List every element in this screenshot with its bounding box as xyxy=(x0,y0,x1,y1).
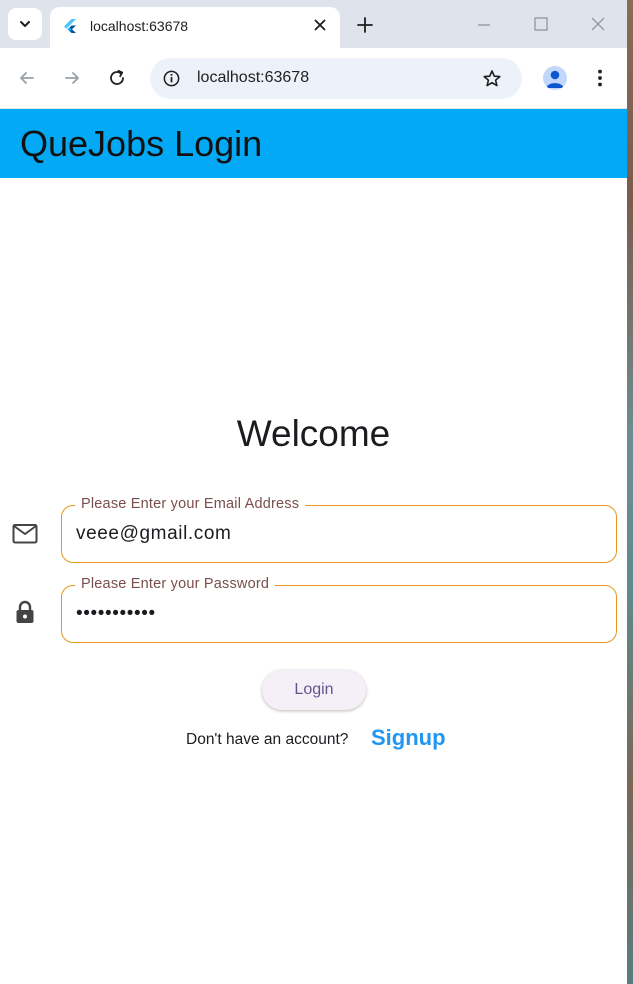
reload-icon[interactable] xyxy=(107,68,127,88)
forward-arrow-icon[interactable] xyxy=(62,68,82,88)
signup-prompt: Don't have an account? xyxy=(186,731,349,748)
url-text: localhost:63678 xyxy=(197,69,310,86)
flutter-favicon-icon xyxy=(64,19,76,33)
welcome-heading: Welcome xyxy=(236,413,391,454)
back-arrow-icon[interactable] xyxy=(17,68,37,88)
minimize-icon[interactable] xyxy=(475,15,493,33)
site-info-icon[interactable] xyxy=(162,69,181,88)
email-field[interactable]: Please Enter your Email Address veee@gma… xyxy=(61,496,617,563)
password-row: Please Enter your Password ••••••••••• xyxy=(0,576,627,644)
chevron-down-icon xyxy=(20,21,30,27)
browser-toolbar: localhost:63678 xyxy=(0,48,627,109)
browser-tab[interactable]: localhost:63678 xyxy=(50,7,340,48)
profile-avatar-icon[interactable] xyxy=(543,66,567,90)
email-field-value[interactable]: veee@gmail.com xyxy=(76,523,231,545)
signup-row: Don't have an account? Signup xyxy=(186,725,486,753)
bookmark-star-icon[interactable] xyxy=(482,69,502,89)
login-button[interactable]: Login xyxy=(262,670,366,710)
signup-link[interactable]: Signup xyxy=(371,725,446,751)
tab-title: localhost:63678 xyxy=(90,18,189,34)
email-field-label: Please Enter your Email Address xyxy=(75,496,306,512)
browser-tab-bar: localhost:63678 xyxy=(0,0,627,48)
close-tab-icon[interactable] xyxy=(312,17,328,33)
password-field-value[interactable]: ••••••••••• xyxy=(76,603,156,625)
tab-search-button[interactable] xyxy=(8,8,42,40)
address-bar[interactable]: localhost:63678 xyxy=(150,58,522,99)
person-icon xyxy=(546,70,564,88)
app-bar: QueJobs Login xyxy=(0,109,627,178)
email-row: Please Enter your Email Address veee@gma… xyxy=(0,496,627,564)
password-field-label: Please Enter your Password xyxy=(75,576,276,592)
lock-icon xyxy=(16,600,34,623)
maximize-icon[interactable] xyxy=(532,15,550,33)
mail-icon xyxy=(12,524,38,544)
password-field[interactable]: Please Enter your Password ••••••••••• xyxy=(61,576,617,643)
more-menu-icon[interactable] xyxy=(592,68,608,88)
close-window-icon[interactable] xyxy=(589,15,607,33)
new-tab-icon[interactable] xyxy=(356,16,374,34)
desktop-background xyxy=(627,0,633,984)
page-title: QueJobs Login xyxy=(20,123,263,164)
